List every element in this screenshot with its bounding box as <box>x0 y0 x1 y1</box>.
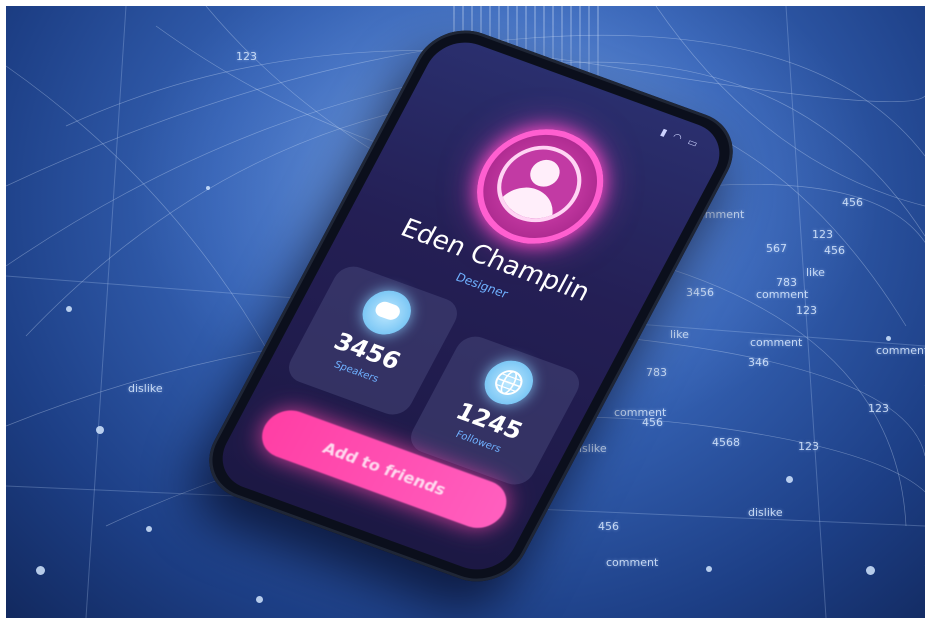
floating-label: comment <box>614 406 667 419</box>
bokeh-dot <box>706 566 712 572</box>
bokeh-dot <box>886 336 891 341</box>
avatar[interactable] <box>455 112 626 261</box>
floating-label: 123 <box>236 50 257 63</box>
bokeh-dot <box>36 566 45 575</box>
bokeh-dot <box>866 566 875 575</box>
chat-bubble-icon <box>354 284 420 341</box>
floating-label: 456 <box>598 520 619 533</box>
floating-label: comment <box>876 344 925 357</box>
floating-label: 567 <box>766 242 787 255</box>
floating-label: 456 <box>842 196 863 209</box>
floating-label: 456 <box>824 244 845 257</box>
avatar-head <box>525 156 565 191</box>
bokeh-dot <box>66 306 72 312</box>
floating-label: 123 <box>798 440 819 453</box>
floating-label: 346 <box>748 356 769 369</box>
floating-label: like <box>670 328 689 341</box>
floating-label: 783 <box>646 366 667 379</box>
status-bar-icons: ▮ ◠ ▭ <box>658 127 702 151</box>
bokeh-dot <box>96 426 104 434</box>
floating-label: 3456 <box>686 286 714 299</box>
floating-label: 4568 <box>712 436 740 449</box>
floating-label: 123 <box>812 228 833 241</box>
bokeh-dot <box>786 476 793 483</box>
floating-label: 123 <box>868 402 889 415</box>
bokeh-dot <box>256 596 263 603</box>
floating-label: like <box>806 266 825 279</box>
avatar-user-icon <box>482 134 596 234</box>
floating-label: comment <box>750 336 803 349</box>
avatar-body <box>491 179 563 234</box>
floating-label: dislike <box>748 506 783 519</box>
bokeh-dot <box>146 526 152 532</box>
floating-label: 123 <box>796 304 817 317</box>
scene: comment 567 123 456 783 3456 comment lik… <box>6 6 925 618</box>
globe-icon <box>476 354 542 411</box>
bokeh-dot <box>206 186 210 190</box>
floating-label: comment <box>606 556 659 569</box>
floating-label: dislike <box>128 382 163 395</box>
floating-label: comment <box>756 288 809 301</box>
